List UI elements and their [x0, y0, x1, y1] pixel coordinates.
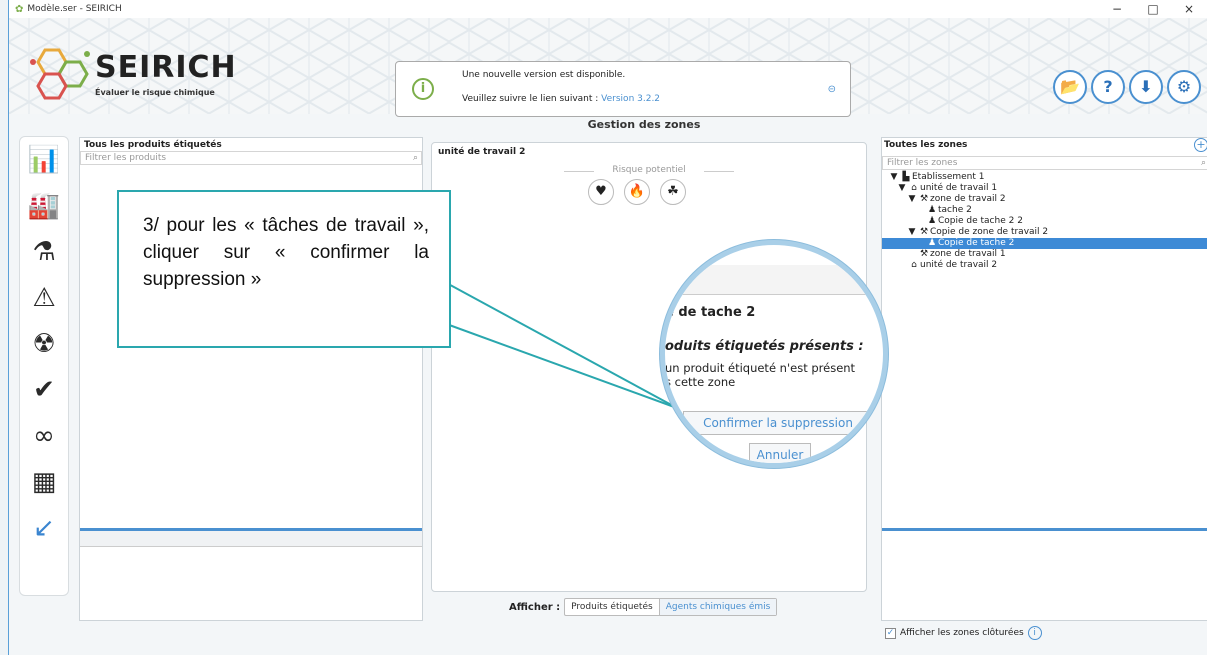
- dialog-message-line1: un produit étiqueté n'est présent: [665, 361, 856, 375]
- callout-text: 3/ pour les « tâches de travail », cliqu…: [143, 215, 429, 290]
- dialog-header: [665, 265, 883, 295]
- cancel-button[interactable]: Annuler: [749, 443, 811, 463]
- instruction-callout: 3/ pour les « tâches de travail », cliqu…: [117, 190, 451, 348]
- dialog-subtitle: oduits étiquetés présents :: [665, 339, 864, 354]
- zoom-magnifier: e de tache 2 oduits étiquetés présents :…: [660, 240, 888, 468]
- dialog-title: e de tache 2: [665, 305, 756, 320]
- dialog-message-line2: s cette zone: [665, 375, 736, 389]
- dialog-message: un produit étiqueté n'est présent s cett…: [665, 361, 883, 389]
- confirm-delete-button[interactable]: Confirmer la suppression: [683, 411, 873, 435]
- app-window: ✿ Modèle.ser - SEIRICH − □ × SEIRICH Éva…: [8, 0, 1207, 655]
